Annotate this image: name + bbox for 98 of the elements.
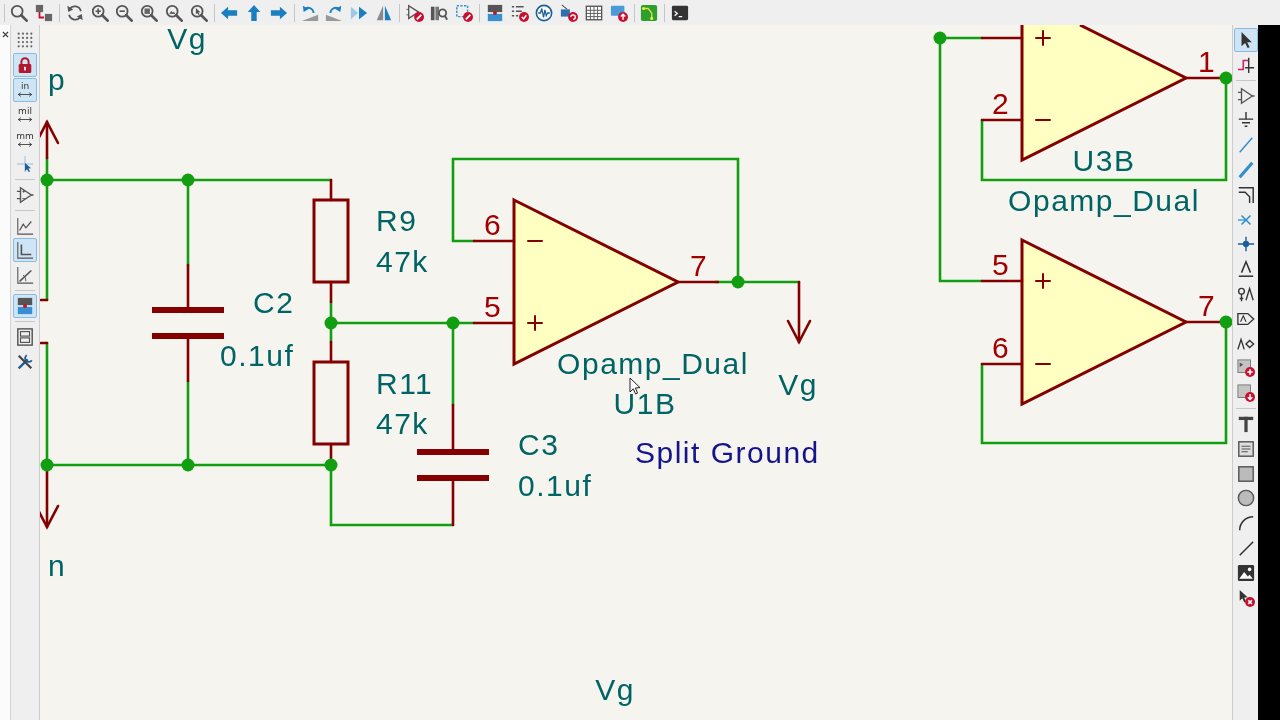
waveform-icon[interactable] <box>535 3 554 22</box>
zoom-in-icon[interactable] <box>90 3 109 22</box>
pin-number: 7 <box>689 249 709 282</box>
junction-icon <box>1236 235 1255 254</box>
nested-boxes-icon <box>16 327 34 346</box>
power-arrow <box>786 280 812 345</box>
circuit-board-icon[interactable] <box>640 3 659 22</box>
unit-button[interactable]: mil <box>13 102 37 127</box>
ground-icon <box>1236 111 1255 130</box>
annotate-button[interactable] <box>13 293 37 318</box>
double-arrow-icon <box>17 116 33 122</box>
lock-button[interactable] <box>13 52 37 77</box>
junction-dot <box>181 458 195 472</box>
junction-dot <box>731 275 745 289</box>
opamp-pins-icon <box>16 185 34 204</box>
pin-number: 5 <box>483 290 503 323</box>
terminal-icon[interactable] <box>671 3 690 22</box>
line-icon <box>1236 538 1255 557</box>
power-label: n <box>48 549 67 582</box>
refresh-icon[interactable] <box>65 3 84 22</box>
power-label: Vg <box>778 368 818 401</box>
power-label: Vg <box>167 25 207 55</box>
junction-dot <box>446 316 460 330</box>
pin-number: 6 <box>483 208 503 241</box>
pin-number: 6 <box>991 331 1011 364</box>
component-reference: R11 <box>376 367 434 400</box>
wire-icon <box>1236 136 1255 155</box>
text-box-icon <box>1236 439 1255 458</box>
select-button[interactable] <box>1233 28 1258 52</box>
label-icon <box>1236 260 1255 279</box>
junction-dot <box>40 458 54 472</box>
opamp-icon <box>1236 86 1255 105</box>
right-angle-line-icon <box>16 241 34 260</box>
magnifier-square-icon[interactable] <box>140 3 159 22</box>
note-text: Split Ground <box>635 436 820 469</box>
sheet-download-icon <box>1236 384 1255 403</box>
free-angle-line-icon <box>16 216 34 235</box>
document-upload-icon[interactable] <box>609 3 628 22</box>
component-value: Opamp_Dual <box>1008 184 1200 217</box>
junction-dot <box>181 173 195 187</box>
tags-icon <box>16 296 34 315</box>
chip-arrow-icon[interactable] <box>560 3 579 22</box>
zoom-out-icon[interactable] <box>115 3 134 22</box>
opamp-pencil-icon[interactable] <box>405 3 424 22</box>
rectangle-icon <box>1236 464 1255 483</box>
bus-entry-icon <box>1236 185 1255 204</box>
net-class-icon <box>1236 284 1255 303</box>
junction-dot <box>40 173 54 187</box>
component-value: 0.1uf <box>220 339 295 372</box>
component-value: Opamp_Dual <box>557 347 749 380</box>
search-icon[interactable] <box>10 3 29 22</box>
arc-icon <box>1236 514 1255 533</box>
circle-icon <box>1236 489 1255 508</box>
rotate-right-icon[interactable] <box>325 3 344 22</box>
unit-button[interactable]: in <box>13 77 37 102</box>
magnifier-pointer-icon[interactable] <box>189 3 208 22</box>
component-reference: C3 <box>518 428 560 461</box>
dashed-square-pencil-icon[interactable] <box>455 3 474 22</box>
power-arrow <box>40 119 60 160</box>
pin-number: 1 <box>1197 45 1217 78</box>
junction-dot <box>324 316 338 330</box>
pin-line <box>40 298 49 302</box>
lock-icon <box>16 55 34 74</box>
diagonal-line-icon <box>16 266 34 285</box>
close-icon[interactable] <box>1 31 9 38</box>
component-value: 0.1uf <box>518 469 593 502</box>
table-icon[interactable] <box>584 3 603 22</box>
rotate-left-icon[interactable] <box>300 3 319 22</box>
pin-number: 5 <box>991 248 1011 281</box>
component-reference: U3B <box>1072 144 1136 177</box>
crosshair-cursor-icon <box>16 155 34 173</box>
magnifier-mountain-icon[interactable] <box>164 3 183 22</box>
replace-icon[interactable] <box>35 3 54 22</box>
double-arrow-icon <box>17 141 33 147</box>
component-value: 47k <box>376 407 429 440</box>
junction-dot <box>933 31 947 45</box>
component-reference: U1B <box>613 387 677 420</box>
bus-icon <box>1236 161 1255 179</box>
right-angle-button[interactable] <box>13 238 37 263</box>
component-reference: R9 <box>376 204 418 237</box>
text-tool-icon <box>1236 414 1255 433</box>
component-reference: C2 <box>253 286 295 319</box>
pin-line <box>40 341 49 345</box>
grid-icon <box>16 31 34 49</box>
wrench-screwdriver-icon <box>16 352 34 371</box>
pin-number: 2 <box>991 87 1011 120</box>
checklist-icon[interactable] <box>510 3 529 22</box>
unit-button[interactable]: mm <box>13 127 37 152</box>
power-label: p <box>48 63 67 96</box>
image-icon <box>1236 563 1255 582</box>
power-label: Vg <box>595 673 635 706</box>
double-arrow-icon <box>17 92 33 98</box>
junction-dot <box>324 458 338 472</box>
tags-icon[interactable] <box>485 3 504 22</box>
sheet-plus-icon <box>1236 359 1255 378</box>
component-value: 47k <box>376 245 429 278</box>
pin-number: 7 <box>1197 289 1217 322</box>
highlight-net-icon <box>1236 55 1255 74</box>
